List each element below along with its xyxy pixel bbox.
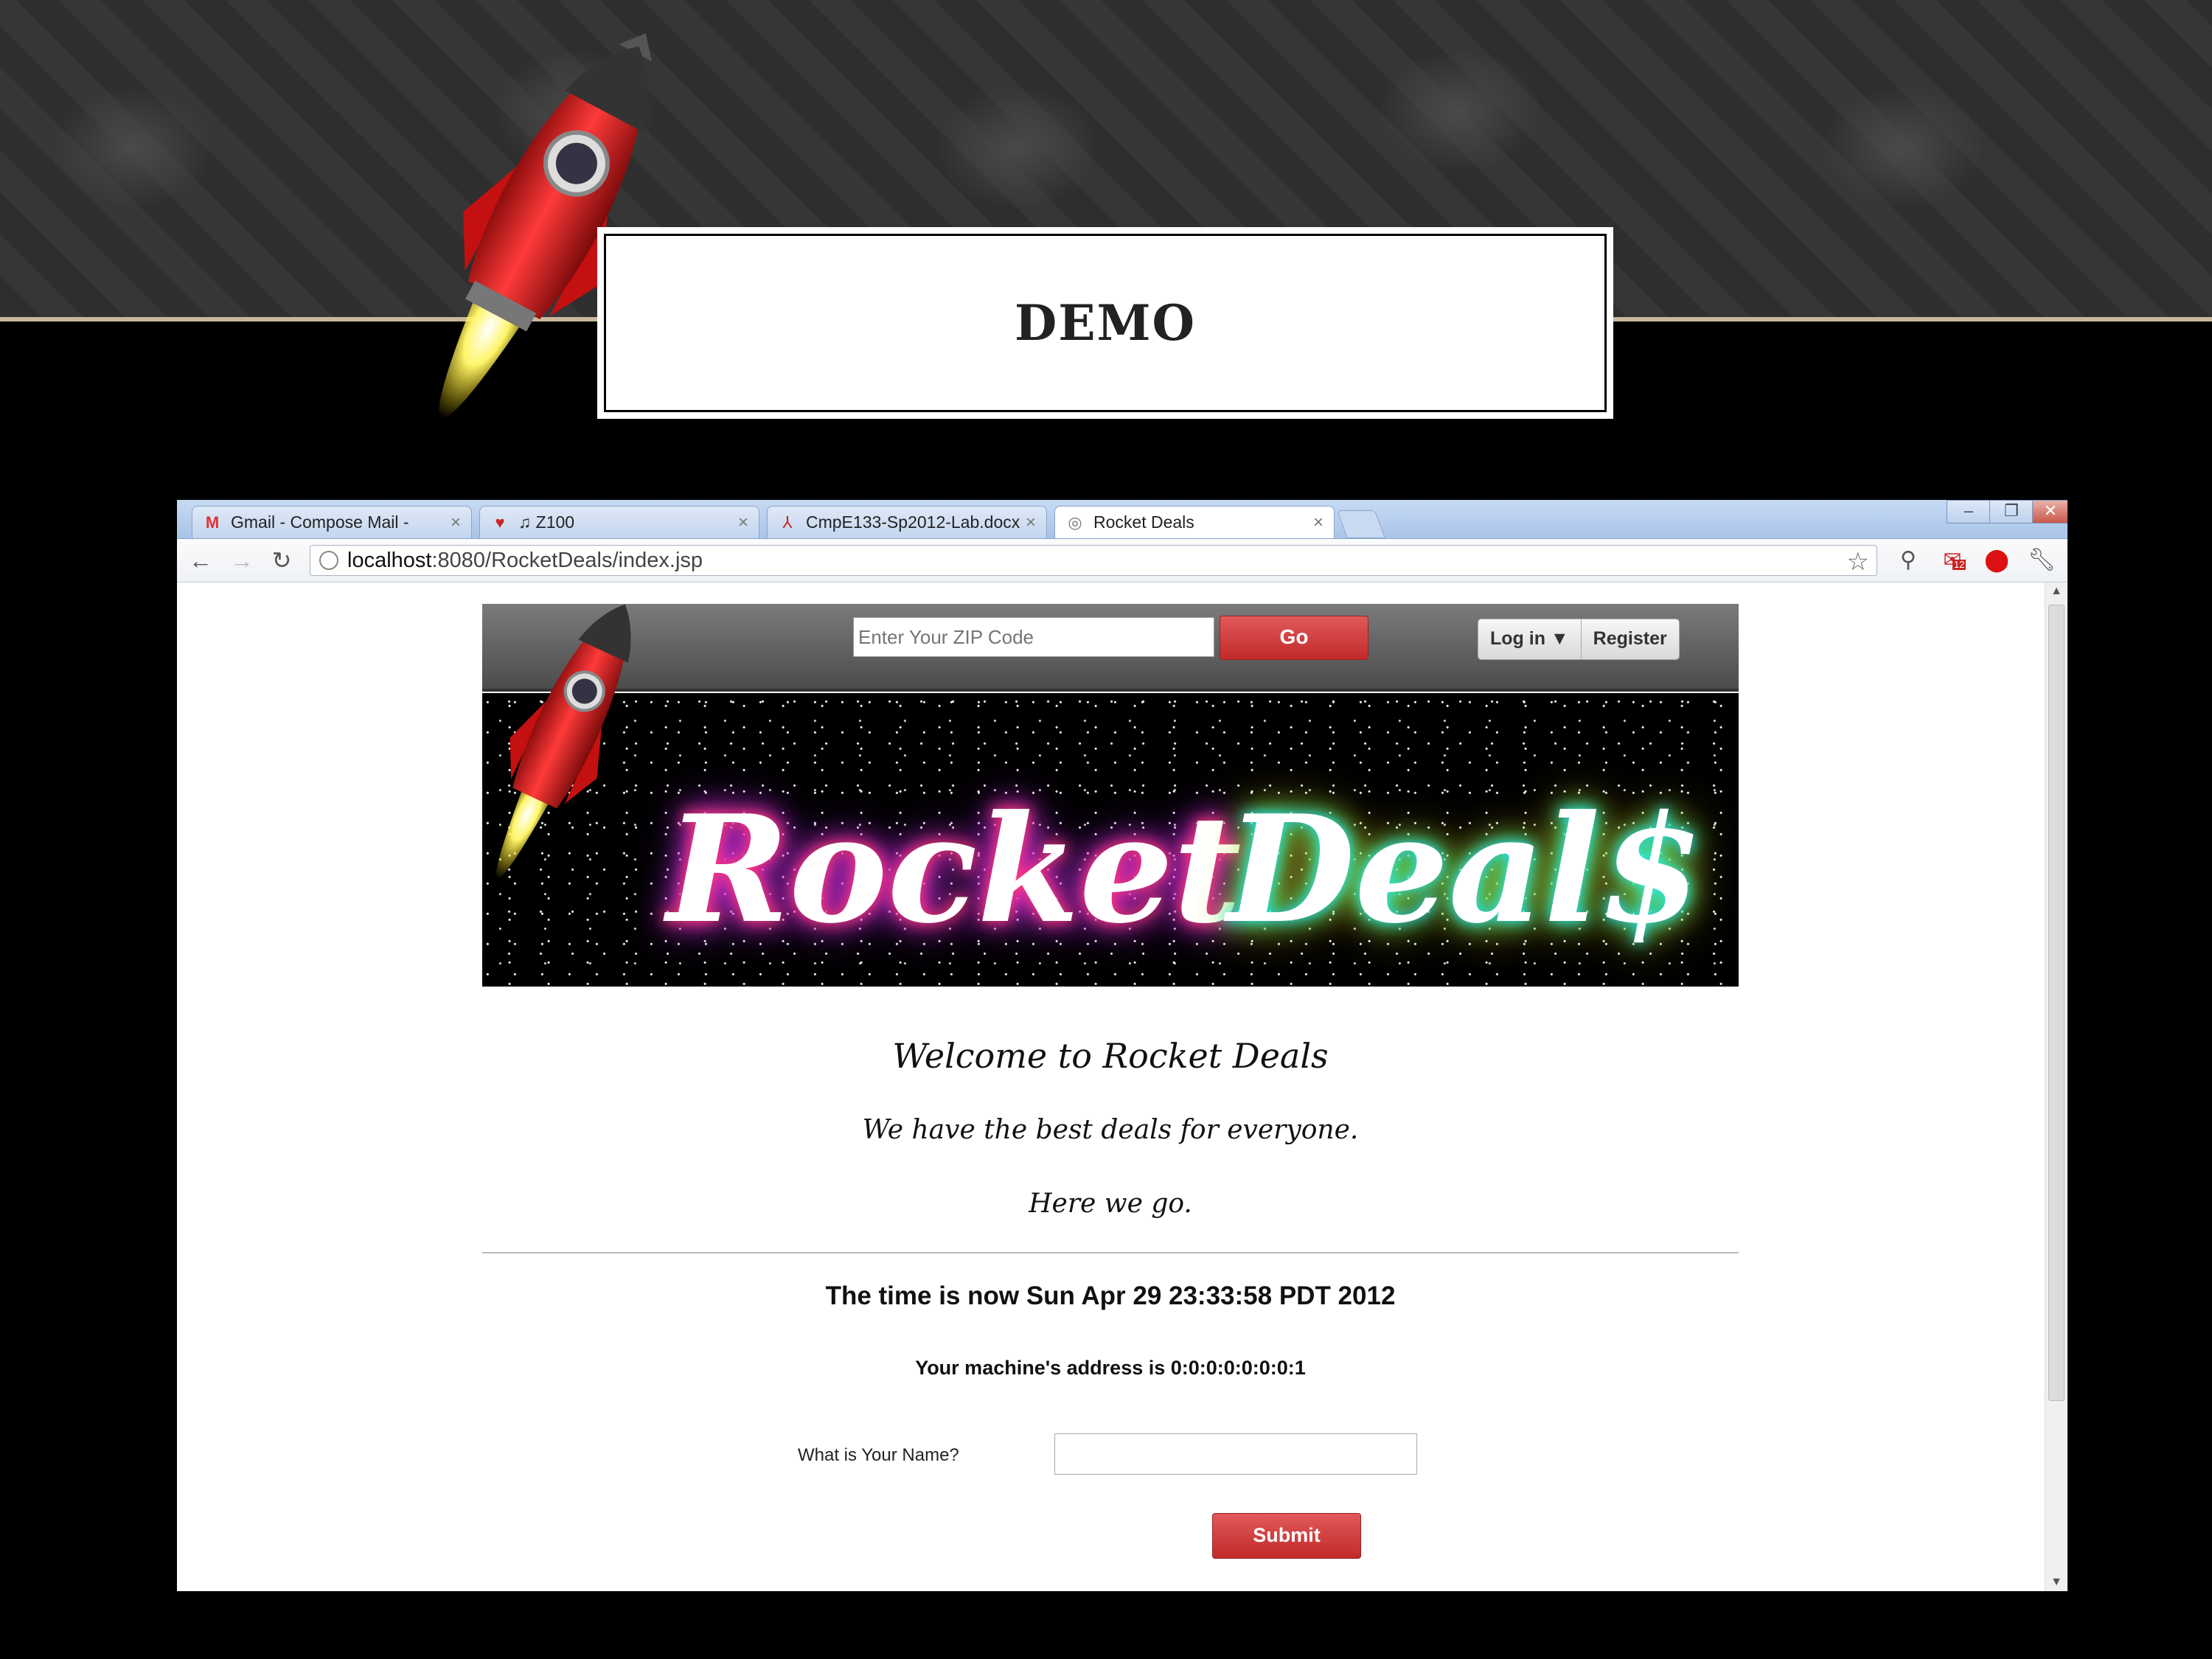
tab-label: ♫ Z100 bbox=[518, 512, 575, 532]
search-icon[interactable]: ⚲ bbox=[1895, 548, 1921, 573]
wrench-menu-icon[interactable]: 🔧︎ bbox=[2028, 548, 2056, 573]
browser-window: M Gmail - Compose Mail - × ♥ ♫ Z100 × ⅄ … bbox=[177, 500, 2067, 1591]
restore-button[interactable]: ❐ bbox=[1989, 500, 2034, 524]
here-we-go-text: Here we go. bbox=[1029, 1189, 1192, 1219]
go-button[interactable]: Go bbox=[1220, 616, 1368, 660]
zip-code-input[interactable] bbox=[853, 617, 1214, 657]
adblock-icon[interactable]: ⬤ bbox=[1983, 548, 2010, 573]
tab-z100[interactable]: ♥ ♫ Z100 × bbox=[479, 506, 759, 538]
welcome-heading: Welcome to Rocket Deals bbox=[892, 1036, 1329, 1076]
tab-strip: M Gmail - Compose Mail - × ♥ ♫ Z100 × ⅄ … bbox=[177, 500, 2067, 539]
close-icon[interactable]: × bbox=[1313, 512, 1324, 533]
tab-label: CmpE133-Sp2012-Lab.docx bbox=[806, 512, 1020, 532]
bookmark-star-icon[interactable]: ☆ bbox=[1847, 547, 1869, 577]
scroll-thumb[interactable] bbox=[2048, 605, 2065, 1401]
banner-logo-word-1: Rocket bbox=[667, 783, 1242, 956]
scroll-down-arrow-icon[interactable]: ▼ bbox=[2045, 1573, 2067, 1591]
minimize-button[interactable]: – bbox=[1947, 500, 1991, 524]
url-path: :8080/RocketDeals/index.jsp bbox=[431, 548, 703, 572]
current-time-text: The time is now Sun Apr 29 23:33:58 PDT … bbox=[825, 1281, 1396, 1310]
vertical-scrollbar[interactable]: ▲ ▼ bbox=[2045, 582, 2067, 1591]
browser-toolbar: ← → ↻ localhost:8080/RocketDeals/index.j… bbox=[177, 539, 2067, 582]
name-input[interactable] bbox=[1054, 1433, 1417, 1475]
page-viewport: Go Log in ▼ Register Rocket Deal$ bbox=[177, 582, 2044, 1591]
scroll-up-arrow-icon[interactable]: ▲ bbox=[2045, 582, 2067, 600]
tab-gmail[interactable]: M Gmail - Compose Mail - × bbox=[192, 506, 472, 538]
gmail-notifier-icon[interactable]: ✉12 bbox=[1939, 548, 1966, 573]
close-icon[interactable]: × bbox=[738, 512, 748, 533]
log-in-button[interactable]: Log in ▼ bbox=[1478, 619, 1581, 659]
close-icon[interactable]: × bbox=[451, 512, 461, 533]
banner-logo-word-2: Deal$ bbox=[1227, 783, 1703, 956]
machine-address-text: Your machine's address is 0:0:0:0:0:0:0:… bbox=[915, 1357, 1306, 1379]
tab-label: Gmail - Compose Mail - bbox=[231, 512, 409, 532]
page-info-icon[interactable] bbox=[319, 551, 338, 570]
tab-label: Rocket Deals bbox=[1093, 512, 1194, 532]
url-host: localhost bbox=[347, 548, 432, 572]
new-tab-button[interactable] bbox=[1337, 510, 1385, 538]
tab-rocket-deals[interactable]: ◎ Rocket Deals × bbox=[1054, 506, 1335, 538]
close-icon[interactable]: × bbox=[1026, 512, 1036, 533]
tab-lab-doc[interactable]: ⅄ CmpE133-Sp2012-Lab.docx × bbox=[767, 506, 1047, 538]
divider bbox=[482, 1252, 1739, 1253]
iheart-icon: ♥ bbox=[495, 512, 505, 532]
globe-icon: ◎ bbox=[1068, 512, 1082, 532]
site-header-bar: Go Log in ▼ Register bbox=[482, 604, 1739, 692]
rocket-deals-banner: Rocket Deal$ bbox=[482, 693, 1739, 987]
close-window-button[interactable]: ✕ bbox=[2032, 500, 2067, 524]
submit-button[interactable]: Submit bbox=[1212, 1513, 1361, 1559]
slide-title: DEMO bbox=[1014, 294, 1197, 352]
pdf-icon: ⅄ bbox=[782, 512, 793, 532]
mail-count-badge: 12 bbox=[1952, 559, 1966, 570]
gmail-icon: M bbox=[205, 512, 220, 532]
name-field-label: What is Your Name? bbox=[798, 1445, 959, 1465]
rocket-illustration-small bbox=[495, 604, 631, 879]
tagline-text: We have the best deals for everyone. bbox=[862, 1115, 1359, 1145]
back-icon[interactable]: ← bbox=[187, 548, 214, 573]
reload-icon[interactable]: ↻ bbox=[268, 548, 295, 573]
address-bar[interactable]: localhost:8080/RocketDeals/index.jsp ☆ bbox=[310, 545, 1877, 576]
account-buttons: Log in ▼ Register bbox=[1478, 619, 1680, 660]
forward-icon[interactable]: → bbox=[229, 548, 255, 573]
register-button[interactable]: Register bbox=[1580, 619, 1679, 659]
slide-title-box: DEMO bbox=[597, 227, 1613, 419]
